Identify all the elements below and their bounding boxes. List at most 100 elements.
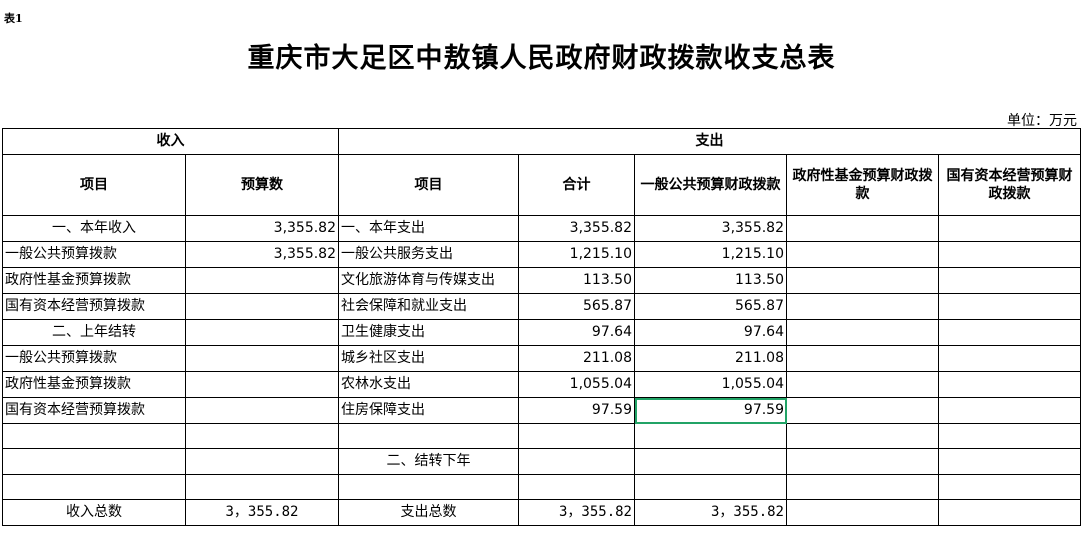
expense-total-cell[interactable]: 1,055.04 bbox=[518, 371, 635, 398]
general-budget-cell[interactable]: 565.87 bbox=[634, 293, 787, 320]
state-capital-cell[interactable] bbox=[938, 474, 1081, 500]
state-capital-cell[interactable] bbox=[938, 371, 1081, 398]
income-amount-cell[interactable] bbox=[185, 474, 339, 500]
expense-total-cell[interactable]: 565.87 bbox=[518, 293, 635, 320]
expense-item-cell[interactable]: 城乡社区支出 bbox=[338, 345, 519, 372]
fund-budget-cell[interactable] bbox=[786, 397, 939, 424]
expense-item-cell[interactable]: 卫生健康支出 bbox=[338, 319, 519, 346]
fund-budget-cell[interactable] bbox=[786, 267, 939, 294]
expense-total-cell[interactable]: 211.08 bbox=[518, 345, 635, 372]
expense-item-cell[interactable]: 农林水支出 bbox=[338, 371, 519, 398]
income-amount-cell[interactable] bbox=[185, 293, 339, 320]
income-item-cell[interactable]: 政府性基金预算拨款 bbox=[2, 267, 186, 294]
income-item-cell[interactable]: 国有资本经营预算拨款 bbox=[2, 397, 186, 424]
fund-budget-cell[interactable] bbox=[786, 423, 939, 449]
income-amount-cell[interactable] bbox=[185, 448, 339, 475]
income-amount-cell[interactable]: 3,355.82 bbox=[185, 241, 339, 268]
fund-budget-cell[interactable] bbox=[786, 448, 939, 475]
expense-item-cell[interactable]: 文化旅游体育与传媒支出 bbox=[338, 267, 519, 294]
fund-budget-cell[interactable] bbox=[786, 345, 939, 372]
income-amount-cell[interactable]: 3,355.82 bbox=[185, 215, 339, 242]
expense-total-cell[interactable] bbox=[518, 448, 635, 475]
general-budget-cell[interactable]: 1,055.04 bbox=[634, 371, 787, 398]
col-header-total[interactable]: 合计 bbox=[518, 154, 635, 216]
state-capital-cell[interactable] bbox=[938, 215, 1081, 242]
income-item-cell[interactable] bbox=[2, 474, 186, 500]
fund-budget-cell[interactable] bbox=[786, 319, 939, 346]
income-total-amount[interactable]: 3，355.82 bbox=[185, 499, 339, 526]
expense-item-cell[interactable]: 二、结转下年 bbox=[338, 448, 519, 475]
table-row: 二、上年结转 卫生健康支出 97.64 97.64 bbox=[2, 319, 1081, 346]
expense-item-cell[interactable] bbox=[338, 423, 519, 449]
income-total-label[interactable]: 收入总数 bbox=[2, 499, 186, 526]
expense-total-general[interactable]: 3，355.82 bbox=[634, 499, 787, 526]
expense-total-amount[interactable]: 3，355.82 bbox=[518, 499, 635, 526]
income-amount-cell[interactable] bbox=[185, 397, 339, 424]
expense-header[interactable]: 支出 bbox=[338, 128, 1081, 155]
fund-budget-cell[interactable] bbox=[786, 371, 939, 398]
income-header[interactable]: 收入 bbox=[2, 128, 339, 155]
income-amount-cell[interactable] bbox=[185, 267, 339, 294]
expense-total-cell[interactable]: 113.50 bbox=[518, 267, 635, 294]
general-budget-cell[interactable]: 97.59 bbox=[634, 397, 787, 424]
general-budget-cell[interactable] bbox=[634, 448, 787, 475]
expense-total-cell[interactable]: 3,355.82 bbox=[518, 215, 635, 242]
expense-item-cell[interactable]: 社会保障和就业支出 bbox=[338, 293, 519, 320]
col-header-fund-budget[interactable]: 政府性基金预算财政拨款 bbox=[786, 154, 939, 216]
col-header-income-item[interactable]: 项目 bbox=[2, 154, 186, 216]
income-item-cell[interactable]: 一般公共预算拨款 bbox=[2, 241, 186, 268]
table-row: 国有资本经营预算拨款 住房保障支出 97.59 97.59 bbox=[2, 397, 1081, 424]
state-capital-cell[interactable] bbox=[938, 293, 1081, 320]
state-capital-cell[interactable] bbox=[938, 241, 1081, 268]
general-budget-cell[interactable]: 3,355.82 bbox=[634, 215, 787, 242]
income-item-cell[interactable] bbox=[2, 423, 186, 449]
income-item-cell[interactable]: 国有资本经营预算拨款 bbox=[2, 293, 186, 320]
expense-item-cell[interactable]: 一般公共服务支出 bbox=[338, 241, 519, 268]
expense-total-fund[interactable] bbox=[786, 499, 939, 526]
col-header-budget[interactable]: 预算数 bbox=[185, 154, 339, 216]
income-amount-cell[interactable] bbox=[185, 345, 339, 372]
col-header-state-capital[interactable]: 国有资本经营预算财政拨款 bbox=[938, 154, 1081, 216]
state-capital-cell[interactable] bbox=[938, 267, 1081, 294]
table-row: 一般公共预算拨款 3,355.82 一般公共服务支出 1,215.10 1,215.10 bbox=[2, 241, 1081, 268]
income-item-cell[interactable]: 二、上年结转 bbox=[2, 319, 186, 346]
income-amount-cell[interactable] bbox=[185, 319, 339, 346]
table-row: 政府性基金预算拨款 文化旅游体育与传媒支出 113.50 113.50 bbox=[2, 267, 1081, 294]
expense-total-cell[interactable]: 1,215.10 bbox=[518, 241, 635, 268]
income-amount-cell[interactable] bbox=[185, 371, 339, 398]
state-capital-cell[interactable] bbox=[938, 319, 1081, 346]
expense-total-label[interactable]: 支出总数 bbox=[338, 499, 519, 526]
table-row bbox=[2, 474, 1081, 500]
fund-budget-cell[interactable] bbox=[786, 241, 939, 268]
expense-total-state[interactable] bbox=[938, 499, 1081, 526]
income-item-cell[interactable]: 一、本年收入 bbox=[2, 215, 186, 242]
expense-total-cell[interactable]: 97.59 bbox=[518, 397, 635, 424]
income-item-cell[interactable]: 政府性基金预算拨款 bbox=[2, 371, 186, 398]
state-capital-cell[interactable] bbox=[938, 345, 1081, 372]
general-budget-cell[interactable] bbox=[634, 423, 787, 449]
state-capital-cell[interactable] bbox=[938, 423, 1081, 449]
expense-total-cell[interactable]: 97.64 bbox=[518, 319, 635, 346]
state-capital-cell[interactable] bbox=[938, 448, 1081, 475]
fund-budget-cell[interactable] bbox=[786, 474, 939, 500]
general-budget-cell[interactable]: 113.50 bbox=[634, 267, 787, 294]
general-budget-cell[interactable] bbox=[634, 474, 787, 500]
expense-item-cell[interactable]: 一、本年支出 bbox=[338, 215, 519, 242]
expense-total-cell[interactable] bbox=[518, 474, 635, 500]
report-title: 重庆市大足区中敖镇人民政府财政拨款收支总表 bbox=[247, 43, 836, 74]
income-item-cell[interactable] bbox=[2, 448, 186, 475]
general-budget-cell[interactable]: 1,215.10 bbox=[634, 241, 787, 268]
income-amount-cell[interactable] bbox=[185, 423, 339, 449]
state-capital-cell[interactable] bbox=[938, 397, 1081, 424]
col-header-expense-item[interactable]: 项目 bbox=[338, 154, 519, 216]
fund-budget-cell[interactable] bbox=[786, 293, 939, 320]
general-budget-cell[interactable]: 211.08 bbox=[634, 345, 787, 372]
fund-budget-cell[interactable] bbox=[786, 215, 939, 242]
col-header-general-budget[interactable]: 一般公共预算财政拨款 bbox=[634, 154, 787, 216]
expense-item-cell[interactable]: 住房保障支出 bbox=[338, 397, 519, 424]
expense-item-cell[interactable] bbox=[338, 474, 519, 500]
general-budget-cell[interactable]: 97.64 bbox=[634, 319, 787, 346]
income-item-cell[interactable]: 一般公共预算拨款 bbox=[2, 345, 186, 372]
expense-total-cell[interactable] bbox=[518, 423, 635, 449]
table-row: 政府性基金预算拨款 农林水支出 1,055.04 1,055.04 bbox=[2, 371, 1081, 398]
